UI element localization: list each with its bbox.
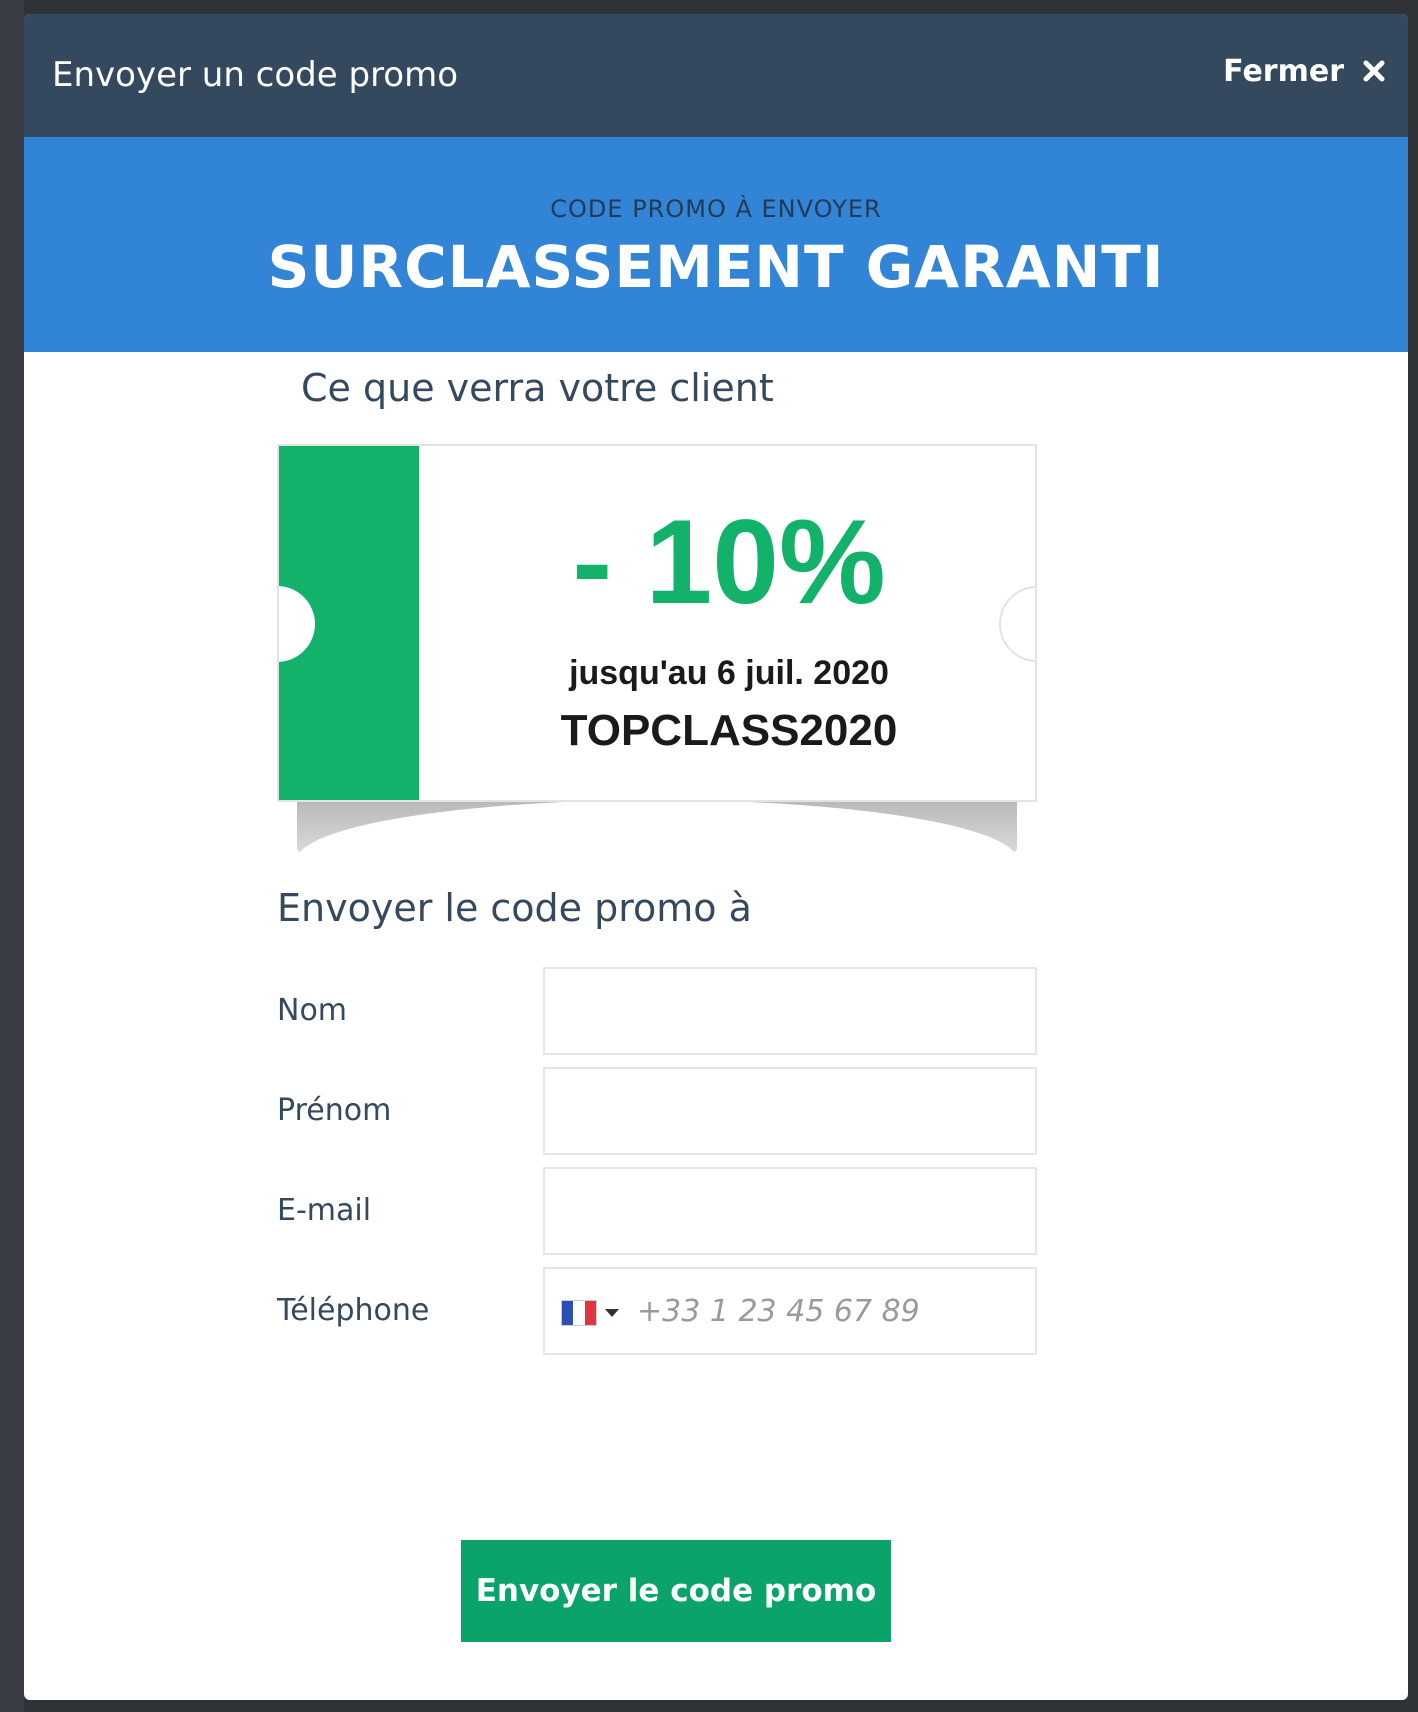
email-input[interactable] [543, 1167, 1037, 1255]
close-button-label: Fermer [1223, 53, 1344, 89]
promo-code-modal: Envoyer un code promo Fermer CODE PROMO … [24, 14, 1408, 1700]
chevron-down-icon [605, 1309, 619, 1317]
email-label: E-mail [277, 1193, 372, 1228]
promo-banner-title: SURCLASSEMENT GARANTI [267, 233, 1165, 301]
preview-heading: Ce que verra votre client [301, 366, 774, 410]
close-button[interactable]: Fermer [1223, 46, 1386, 96]
country-code-select[interactable] [561, 1299, 619, 1327]
nom-input[interactable] [543, 967, 1037, 1055]
modal-header: Envoyer un code promo Fermer [24, 14, 1408, 137]
coupon-discount: - 10% [572, 495, 886, 629]
form-row-nom: Nom [277, 967, 1037, 1055]
form-row-prenom: Prénom [277, 1067, 1037, 1155]
telephone-label: Téléphone [277, 1293, 430, 1328]
nom-label: Nom [277, 993, 348, 1028]
prenom-input[interactable] [543, 1067, 1037, 1155]
france-flag-icon [561, 1300, 597, 1326]
coupon-code: TOPCLASS2020 [560, 706, 898, 755]
recipient-heading: Envoyer le code promo à [277, 886, 752, 930]
send-promo-code-button[interactable]: Envoyer le code promo [461, 1540, 891, 1642]
form-row-email: E-mail [277, 1167, 1037, 1255]
promo-banner-kicker: CODE PROMO À ENVOYER [550, 195, 882, 223]
coupon-validity: jusqu'au 6 juil. 2020 [569, 654, 889, 692]
phone-field [543, 1267, 1037, 1355]
telephone-input[interactable] [637, 1269, 1033, 1353]
coupon-body: - 10% jusqu'au 6 juil. 2020 TOPCLASS2020 [419, 446, 1035, 800]
background-page-edge [0, 0, 24, 1712]
coupon-card: - 10% jusqu'au 6 juil. 2020 TOPCLASS2020 [277, 444, 1037, 802]
coupon-preview: - 10% jusqu'au 6 juil. 2020 TOPCLASS2020 [277, 444, 1037, 890]
form-row-telephone: Téléphone [277, 1267, 1037, 1355]
promo-banner: CODE PROMO À ENVOYER SURCLASSEMENT GARAN… [24, 137, 1408, 352]
prenom-label: Prénom [277, 1093, 392, 1128]
close-icon [1363, 60, 1385, 82]
modal-title: Envoyer un code promo [52, 55, 459, 95]
